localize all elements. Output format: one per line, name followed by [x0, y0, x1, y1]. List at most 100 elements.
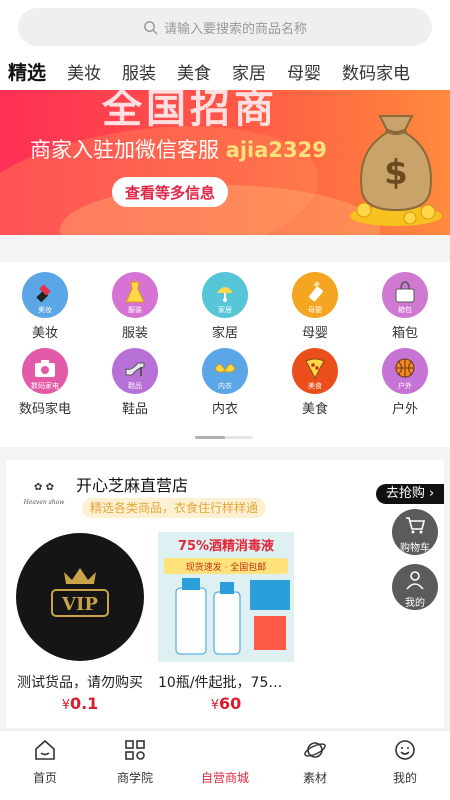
category-tag: 家居 — [218, 306, 232, 314]
tab-self-run-mall[interactable]: 自营商城 — [180, 731, 270, 800]
category-beauty[interactable]: 美妆 美妆 — [0, 272, 90, 342]
product-card[interactable]: VIP 测试货品，请勿购买 ¥0.1 — [12, 532, 148, 713]
category-label: 数码家电 — [18, 402, 71, 417]
camera-icon — [35, 360, 55, 377]
store-logo: ✿ ✿ Heaven show — [23, 482, 66, 506]
tab-food[interactable]: 美食 — [177, 59, 211, 84]
category-tag: 数码家电 — [31, 382, 59, 390]
banner-wechat-id: ajia2329 — [225, 138, 327, 162]
category-label: 母婴 — [301, 326, 328, 341]
product-image-title: 75%酒精消毒液 — [178, 538, 274, 554]
product-price: ¥0.1 — [12, 694, 148, 713]
category-tag: 服装 — [128, 306, 142, 314]
tab-home[interactable]: 家居 — [232, 59, 266, 84]
category-tabs: 精选 美妆 服装 美食 家居 母婴 数码家电 — [0, 56, 450, 86]
category-label: 内衣 — [211, 402, 238, 417]
planet-icon — [304, 742, 326, 758]
page-indicator — [195, 436, 253, 439]
profile-float-button[interactable]: 我的 — [392, 564, 438, 610]
category-digital[interactable]: 数码家电 数码家电 — [0, 348, 90, 418]
category-tag: 箱包 — [398, 306, 412, 314]
category-label: 鞋品 — [121, 402, 148, 417]
vip-badge-image: VIP — [12, 532, 148, 662]
tab-label: 自营商城 — [200, 771, 249, 785]
search-icon — [144, 20, 158, 34]
store-card: ✿ ✿ Heaven show 开心芝麻直营店 精选各类商品，衣食住行样样通 去… — [6, 460, 444, 728]
product-price: ¥60 — [158, 694, 294, 713]
tab-label: 首页 — [32, 771, 57, 785]
lipstick-icon — [36, 284, 51, 303]
category-label: 美妆 — [31, 326, 58, 341]
banner-subline: 商家入驻加微信客服 ajia2329 — [30, 134, 327, 164]
banner-more-info-button[interactable]: 查看等多信息 — [112, 177, 228, 207]
sanitizer-image: 75%酒精消毒液 现货速发 · 全国包邮 — [158, 532, 294, 662]
tab-business-school[interactable]: 商学院 — [90, 731, 180, 800]
tab-home-page[interactable]: 首页 — [0, 731, 90, 800]
category-label: 美食 — [301, 402, 328, 417]
category-tag: 鞋品 — [128, 382, 142, 390]
category-food[interactable]: 美食 美食 — [270, 348, 360, 418]
category-home-circle: 家居 — [202, 272, 248, 318]
vip-text: VIP — [61, 594, 98, 615]
store-logo-text: Heaven show — [23, 499, 66, 506]
category-underwear[interactable]: 内衣 内衣 — [180, 348, 270, 418]
tab-digital[interactable]: 数码家电 — [342, 59, 410, 84]
category-label: 家居 — [211, 326, 238, 341]
svg-text:✿ ✿: ✿ ✿ — [34, 482, 54, 493]
category-label: 箱包 — [391, 326, 418, 341]
category-baby[interactable]: 母婴 母婴 — [270, 272, 360, 342]
cart-icon — [406, 517, 426, 534]
category-tag: 美食 — [308, 382, 322, 390]
top-bar: 请输入要搜索的商品名称 精选 美妆 服装 美食 家居 母婴 数码家电 — [0, 0, 450, 90]
bra-icon — [214, 364, 236, 373]
pizza-icon — [305, 358, 325, 380]
category-bags-circle: 箱包 — [382, 272, 428, 318]
category-tag: 美妆 — [38, 306, 52, 314]
baby-bottle-icon — [309, 281, 323, 302]
tab-materials[interactable]: 素材 — [270, 731, 360, 800]
basketball-icon — [395, 358, 415, 378]
page-indicator-active — [195, 436, 225, 439]
go-buy-button[interactable]: 去抢购 › — [376, 484, 444, 504]
category-label: 户外 — [391, 402, 418, 417]
search-input[interactable]: 请输入要搜索的商品名称 — [18, 8, 432, 46]
cart-float-button[interactable]: 购物车 — [392, 509, 438, 555]
mall-icon-placeholder — [213, 738, 237, 762]
category-label: 服装 — [121, 326, 148, 341]
category-shoes[interactable]: 鞋品 鞋品 — [90, 348, 180, 418]
category-baby-circle: 母婴 — [292, 272, 338, 318]
price-value: 60 — [219, 694, 242, 713]
category-clothing[interactable]: 服装 服装 — [90, 272, 180, 342]
category-tag: 内衣 — [218, 382, 232, 390]
tab-selected[interactable]: 精选 — [8, 58, 46, 85]
category-home[interactable]: 家居 家居 — [180, 272, 270, 342]
product-image: VIP — [12, 532, 148, 662]
svg-text:$: $ — [384, 153, 408, 193]
dress-icon — [125, 281, 145, 303]
user-icon — [406, 571, 424, 590]
tab-clothing[interactable]: 服装 — [122, 59, 156, 84]
product-image: 75%酒精消毒液 现货速发 · 全国包邮 — [158, 532, 294, 662]
go-buy-label: 去抢购 — [385, 486, 425, 501]
tab-beauty[interactable]: 美妆 — [67, 59, 101, 84]
store-tagline: 精选各类商品，衣食住行样样通 — [82, 498, 267, 518]
category-shoes-circle: 鞋品 — [112, 348, 158, 394]
bag-icon — [395, 281, 415, 303]
category-food-circle: 美食 — [292, 348, 338, 394]
category-outdoor[interactable]: 户外 户外 — [360, 348, 450, 418]
product-card[interactable]: 75%酒精消毒液 现货速发 · 全国包邮 10瓶/件起批，75%酒精消毒液 ¥6… — [158, 532, 294, 713]
promo-banner[interactable]: 全国招商 商家入驻加微信客服 ajia2329 查看等多信息 $ — [0, 90, 450, 235]
category-tag: 户外 — [398, 382, 412, 390]
cart-label: 购物车 — [400, 543, 430, 554]
currency-symbol: ¥ — [210, 698, 219, 713]
tab-baby[interactable]: 母婴 — [287, 59, 321, 84]
tab-mine[interactable]: 我的 — [360, 731, 450, 800]
category-bags[interactable]: 箱包 箱包 — [360, 272, 450, 342]
category-digital-circle: 数码家电 — [22, 348, 68, 394]
lamp-icon — [217, 287, 233, 302]
grid-icon — [125, 740, 145, 760]
search-placeholder: 请输入要搜索的商品名称 — [163, 21, 307, 37]
home-icon — [35, 739, 55, 760]
tab-label: 我的 — [392, 771, 417, 785]
product-image-sub: 现货速发 · 全国包邮 — [186, 561, 267, 573]
